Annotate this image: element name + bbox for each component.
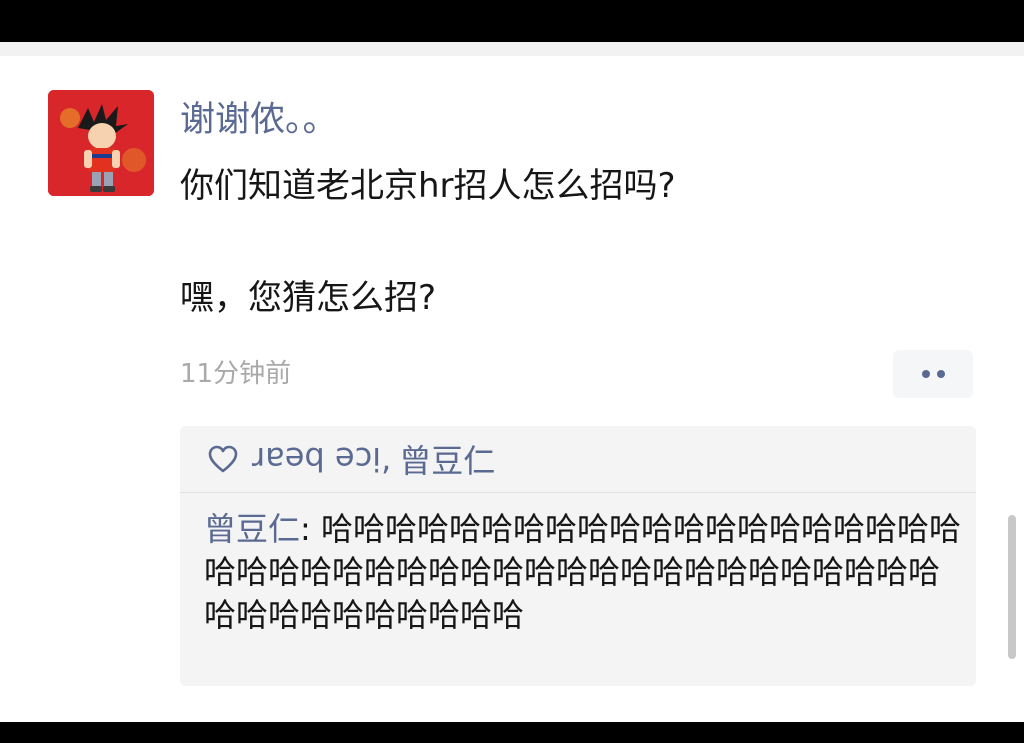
comment[interactable]: 曾豆仁: 哈哈哈哈哈哈哈哈哈哈哈哈哈哈哈哈哈哈哈哈哈哈哈哈哈哈哈哈哈哈哈哈哈哈哈… [204,508,964,637]
bottom-black-bar [0,722,1024,743]
heart-icon [208,443,240,475]
post-author-name[interactable]: 谢谢侬。。 [180,98,338,142]
likes-comments-box: ice bear , 曾豆仁 曾豆仁: 哈哈哈哈哈哈哈哈哈哈哈哈哈哈哈哈哈哈哈哈… [180,426,976,686]
more-dots-icon [921,370,930,378]
likes-row: ice bear , 曾豆仁 [180,426,976,493]
top-divider [0,42,1024,56]
avatar[interactable] [48,90,154,196]
avatar-character-image [48,90,154,196]
liker-name[interactable]: ice bear [252,440,381,478]
comment-separator: : [300,510,321,548]
liker-name[interactable]: 曾豆仁 [399,436,495,482]
top-black-bar [0,0,1024,42]
more-dots-icon [936,370,945,378]
scrollbar[interactable] [1008,515,1016,659]
comment-author[interactable]: 曾豆仁 [204,510,300,548]
more-options-button[interactable] [893,350,973,398]
post-text: 你们知道老北京hr招人怎么招吗? 嘿，您猜怎么招? [180,166,676,318]
liker-separator: , [381,440,392,478]
moments-post: 谢谢侬。。 你们知道老北京hr招人怎么招吗? 嘿，您猜怎么招? 11分钟前 ic… [0,42,1024,722]
post-timestamp: 11分钟前 [180,359,292,389]
